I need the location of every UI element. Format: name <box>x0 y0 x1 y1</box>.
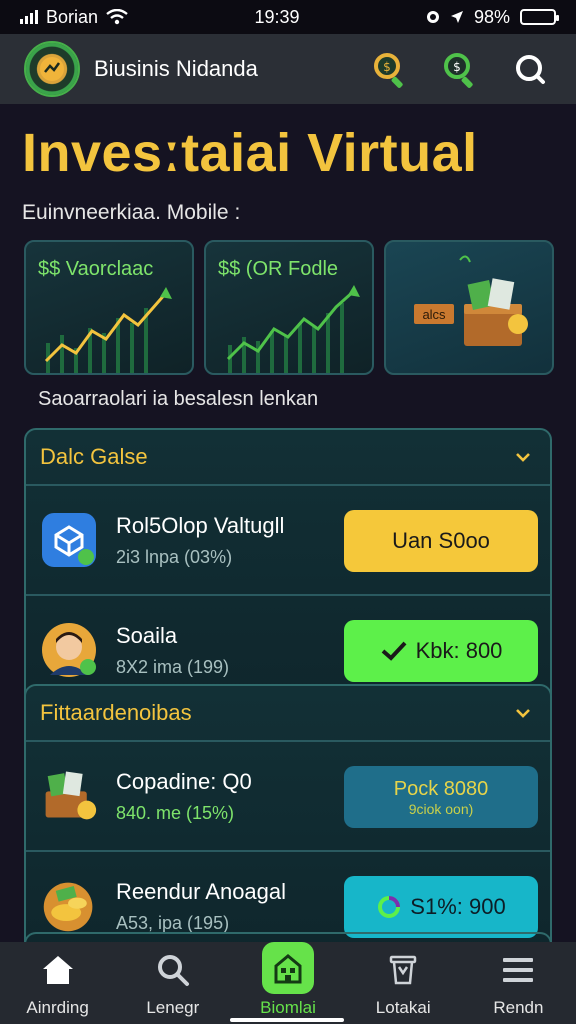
feature-cards: $$ Vaorclaac $$ (OR Fodle alcs <box>24 240 554 375</box>
app-name: Biusinis Nidanda <box>94 56 258 81</box>
cube-app-icon <box>40 511 98 569</box>
list-item[interactable]: Rol5Olop Valtugll 2i3 lnpa (03%) Uan S0o… <box>26 484 550 594</box>
card-vaorclaac[interactable]: $$ Vaorclaac <box>24 240 194 375</box>
item-action-button[interactable]: Uan S0oo <box>344 510 538 572</box>
card-or-fodle[interactable]: $$ (OR Fodle <box>204 240 374 375</box>
button-sublabel: 9ciok oon) <box>408 800 474 817</box>
logo-emblem-icon <box>40 57 64 81</box>
bin-icon <box>383 950 423 990</box>
button-label: S1%: 900 <box>410 894 506 919</box>
search-icon <box>153 950 193 990</box>
ring-chart-icon <box>378 896 401 918</box>
bottom-nav: Ainrding Lenegr Biomlai Lotakai Rendn <box>0 942 576 1024</box>
item-action-button[interactable]: S1%: 900 <box>344 876 538 938</box>
svg-text:$: $ <box>383 60 391 74</box>
page-title: Invesːtaiai Virtual <box>22 123 478 183</box>
signal-icon <box>20 10 38 24</box>
nav-item-search[interactable]: Lenegr <box>115 942 230 1024</box>
card-label: alcs <box>422 307 446 322</box>
nav-item-biomlai[interactable]: Biomlai <box>230 942 345 1024</box>
button-label: Kbk: 800 <box>415 638 503 663</box>
growth-chart-icon <box>226 285 360 373</box>
magnifier-coin-icon: $ <box>374 53 403 88</box>
search-money-button[interactable]: $ <box>368 47 412 91</box>
search-icon <box>516 55 545 84</box>
nav-label: Ainrding <box>26 998 89 1017</box>
wifi-icon <box>106 9 128 25</box>
chevron-down-icon[interactable] <box>514 704 532 722</box>
avatar <box>40 621 98 679</box>
button-label: Pock 8080 <box>393 777 489 800</box>
panel-dalc-galse: Dalc Galse Rol5Olop Valtugll 2i3 lnpa (0… <box>24 428 552 706</box>
search-button[interactable] <box>508 47 552 91</box>
check-icon <box>381 641 407 661</box>
status-bar: Borian 19:39 98% <box>0 0 576 34</box>
svg-text:$: $ <box>453 60 461 74</box>
nav-label: Rendn <box>493 998 544 1017</box>
carrier-label: Borian <box>46 6 99 27</box>
nav-label: Biomlai <box>260 998 316 1017</box>
money-box-icon <box>40 767 98 825</box>
building-icon <box>262 942 314 994</box>
magnifier-dollar-icon: $ <box>444 53 473 88</box>
treasure-box-icon: alcs <box>414 255 528 346</box>
battery-icon <box>519 9 559 25</box>
coins-icon <box>40 877 98 935</box>
nav-item-home[interactable]: Ainrding <box>0 942 115 1024</box>
panel-title: Dalc Galse <box>40 444 148 469</box>
insights-button[interactable]: $ <box>438 47 482 91</box>
nav-label: Lenegr <box>146 998 200 1017</box>
page-subtitle: Euinvneerkiaa. Mobile : <box>22 201 241 224</box>
nav-item-lotakai[interactable]: Lotakai <box>346 942 461 1024</box>
nav-item-rendn[interactable]: Rendn <box>461 942 576 1024</box>
section-caption: Saoarraolari ia besalesn lenkan <box>38 388 319 410</box>
panel-title: Fittaardenoibas <box>40 700 192 725</box>
list-item[interactable]: Copadine: Q0 840. me (15%) Pock 8080 9ci… <box>26 740 550 850</box>
alarm-icon <box>426 11 439 23</box>
home-icon <box>38 950 78 990</box>
menu-icon <box>498 950 538 990</box>
panel-header[interactable]: Dalc Galse <box>26 430 550 484</box>
home-indicator[interactable] <box>230 1018 344 1022</box>
app-logo[interactable] <box>24 41 80 97</box>
panel-header[interactable]: Fittaardenoibas <box>26 686 550 740</box>
nav-label: Lotakai <box>375 998 431 1017</box>
card-alcs[interactable]: alcs <box>384 240 554 375</box>
button-label: Uan S0oo <box>392 528 490 553</box>
clock: 19:39 <box>254 6 300 27</box>
app-bar: Biusinis Nidanda $ $ <box>0 34 576 104</box>
battery-percent: 98% <box>473 6 510 27</box>
item-action-button[interactable]: Pock 8080 9ciok oon) <box>344 766 538 828</box>
location-icon <box>450 11 463 23</box>
panel-fittaardenoibas: Fittaardenoibas Copadine: Q0 840. me (15… <box>24 684 552 962</box>
item-action-button[interactable]: Kbk: 800 <box>344 620 538 682</box>
growth-chart-icon <box>44 287 172 373</box>
chevron-down-icon[interactable] <box>514 448 532 466</box>
